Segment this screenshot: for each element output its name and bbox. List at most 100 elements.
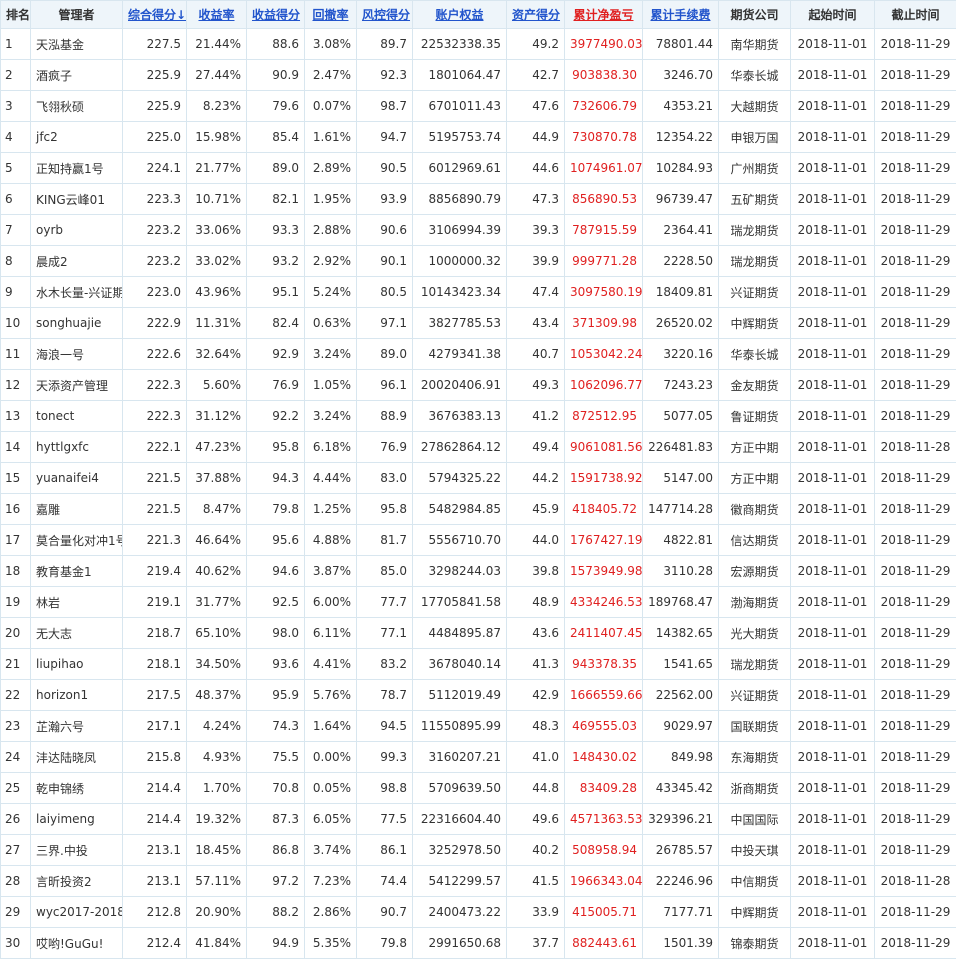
start-date: 2018-11-01 <box>791 91 875 122</box>
manager-name[interactable]: 无大志 <box>31 618 123 649</box>
manager-name[interactable]: songhuajie <box>31 308 123 339</box>
broker-name: 宏源期货 <box>719 556 791 587</box>
manager-name[interactable]: 天泓基金 <box>31 29 123 60</box>
sort-total-score[interactable]: 综合得分↓ <box>123 1 187 29</box>
start-date: 2018-11-01 <box>791 897 875 928</box>
manager-name[interactable]: 言昕投资2 <box>31 866 123 897</box>
manager-name[interactable]: 正知持赢1号 <box>31 153 123 184</box>
asset-score: 47.4 <box>507 277 565 308</box>
end-date: 2018-11-29 <box>875 618 956 649</box>
asset-score: 39.9 <box>507 246 565 277</box>
table-row: 13tonect222.331.12%92.23.24%88.93676383.… <box>1 401 956 432</box>
sort-asset-score[interactable]: 资产得分 <box>507 1 565 29</box>
account-equity: 6701011.43 <box>413 91 507 122</box>
asset-score: 47.3 <box>507 184 565 215</box>
manager-name[interactable]: 飞翎秋硕 <box>31 91 123 122</box>
return-score: 92.9 <box>247 339 305 370</box>
total-score: 214.4 <box>123 773 187 804</box>
manager-name[interactable]: 晨成2 <box>31 246 123 277</box>
fees: 26785.57 <box>643 835 719 866</box>
cell-rank: 15 <box>1 463 31 494</box>
sort-return-score[interactable]: 收益得分 <box>247 1 305 29</box>
manager-name[interactable]: 乾申锦绣 <box>31 773 123 804</box>
manager-name[interactable]: 嘉雕 <box>31 494 123 525</box>
net-profit: 943378.35 <box>565 649 643 680</box>
asset-score: 41.3 <box>507 649 565 680</box>
broker-name: 瑞龙期货 <box>719 215 791 246</box>
total-score: 225.0 <box>123 122 187 153</box>
manager-name[interactable]: KING云峰01 <box>31 184 123 215</box>
manager-name[interactable]: laiyimeng <box>31 804 123 835</box>
sort-risk-score[interactable]: 风控得分 <box>357 1 413 29</box>
manager-name[interactable]: 哎哟!GuGu! <box>31 928 123 959</box>
end-date: 2018-11-28 <box>875 432 956 463</box>
account-equity: 1801064.47 <box>413 60 507 91</box>
fees: 329396.21 <box>643 804 719 835</box>
net-profit: 1767427.19 <box>565 525 643 556</box>
risk-score: 96.1 <box>357 370 413 401</box>
cell-rank: 5 <box>1 153 31 184</box>
sort-equity[interactable]: 账户权益 <box>413 1 507 29</box>
table-row: 19林岩219.131.77%92.56.00%77.717705841.584… <box>1 587 956 618</box>
manager-name[interactable]: 莫合量化对冲1号 <box>31 525 123 556</box>
manager-name[interactable]: yuanaifei4 <box>31 463 123 494</box>
manager-name[interactable]: liupihao <box>31 649 123 680</box>
broker-name: 渤海期货 <box>719 587 791 618</box>
net-profit: 882443.61 <box>565 928 643 959</box>
sort-drawdown[interactable]: 回撤率 <box>305 1 357 29</box>
net-profit: 1573949.98 <box>565 556 643 587</box>
end-date: 2018-11-29 <box>875 463 956 494</box>
manager-name[interactable]: oyrb <box>31 215 123 246</box>
sort-fees[interactable]: 累计手续费 <box>643 1 719 29</box>
manager-name[interactable]: 沣达陆晓凤 <box>31 742 123 773</box>
manager-name[interactable]: tonect <box>31 401 123 432</box>
total-score: 213.1 <box>123 866 187 897</box>
risk-score: 78.7 <box>357 680 413 711</box>
return-score: 87.3 <box>247 804 305 835</box>
return-score: 85.4 <box>247 122 305 153</box>
header-end: 截止时间 <box>875 1 956 29</box>
manager-name[interactable]: 天添资产管理 <box>31 370 123 401</box>
asset-score: 43.4 <box>507 308 565 339</box>
account-equity: 3298244.03 <box>413 556 507 587</box>
cell-rank: 16 <box>1 494 31 525</box>
cell-rank: 24 <box>1 742 31 773</box>
total-score: 227.5 <box>123 29 187 60</box>
manager-name[interactable]: horizon1 <box>31 680 123 711</box>
return-rate: 8.23% <box>187 91 247 122</box>
total-score: 215.8 <box>123 742 187 773</box>
manager-name[interactable]: 林岩 <box>31 587 123 618</box>
table-row: 30哎哟!GuGu!212.441.84%94.95.35%79.8299165… <box>1 928 956 959</box>
net-profit: 4571363.53 <box>565 804 643 835</box>
start-date: 2018-11-01 <box>791 29 875 60</box>
header-broker: 期货公司 <box>719 1 791 29</box>
manager-name[interactable]: 教育基金1 <box>31 556 123 587</box>
sort-net-profit[interactable]: 累计净盈亏 <box>565 1 643 29</box>
manager-name[interactable]: 三界.中投 <box>31 835 123 866</box>
drawdown-rate: 4.44% <box>305 463 357 494</box>
sort-return-rate[interactable]: 收益率 <box>187 1 247 29</box>
drawdown-rate: 0.00% <box>305 742 357 773</box>
manager-name[interactable]: jfc2 <box>31 122 123 153</box>
total-score: 223.2 <box>123 246 187 277</box>
manager-name[interactable]: 海浪一号 <box>31 339 123 370</box>
manager-name[interactable]: 芷瀚六号 <box>31 711 123 742</box>
manager-name[interactable]: 水木长量-兴证期货 <box>31 277 123 308</box>
manager-name[interactable]: 酒疯子 <box>31 60 123 91</box>
return-score: 95.1 <box>247 277 305 308</box>
account-equity: 27862864.12 <box>413 432 507 463</box>
manager-name[interactable]: hyttlgxfc <box>31 432 123 463</box>
return-score: 95.9 <box>247 680 305 711</box>
asset-score: 47.6 <box>507 91 565 122</box>
net-profit: 371309.98 <box>565 308 643 339</box>
fees: 5077.05 <box>643 401 719 432</box>
table-row: 24沣达陆晓凤215.84.93%75.50.00%99.33160207.21… <box>1 742 956 773</box>
asset-score: 43.6 <box>507 618 565 649</box>
manager-name[interactable]: wyc2017-2018 <box>31 897 123 928</box>
asset-score: 49.2 <box>507 29 565 60</box>
drawdown-rate: 6.18% <box>305 432 357 463</box>
broker-name: 东海期货 <box>719 742 791 773</box>
table-row: 7oyrb223.233.06%93.32.88%90.63106994.393… <box>1 215 956 246</box>
table-row: 3飞翎秋硕225.98.23%79.60.07%98.76701011.4347… <box>1 91 956 122</box>
return-rate: 33.02% <box>187 246 247 277</box>
